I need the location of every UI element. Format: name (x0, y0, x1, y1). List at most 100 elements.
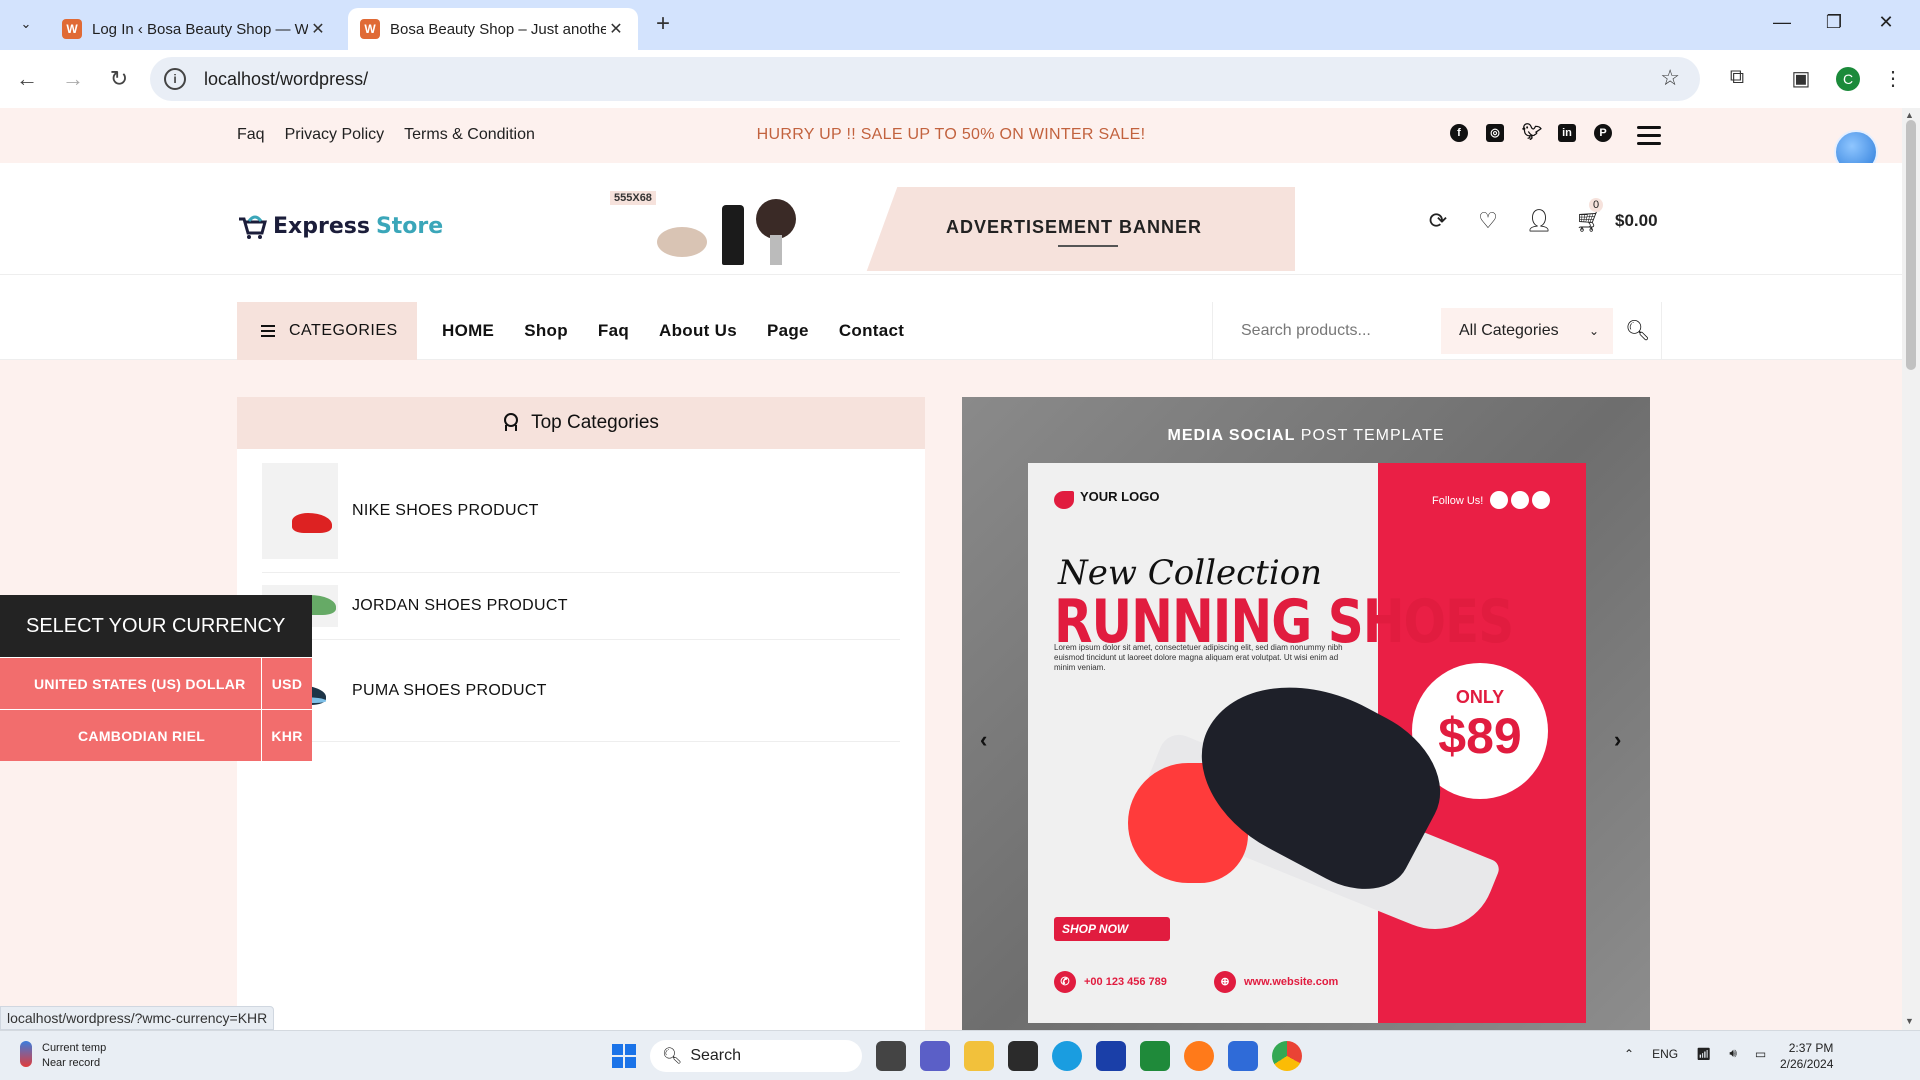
back-arrow-icon[interactable]: ← (12, 64, 42, 94)
menu-item-contact[interactable]: Contact (839, 321, 904, 341)
menu-item-home[interactable]: HOME (442, 321, 494, 341)
browser-toolbar: ← → ↻ i localhost/wordpress/ ☆ ⧉ ▣ ⋮ (0, 50, 1920, 108)
close-window-button[interactable]: ✕ (1866, 12, 1906, 38)
visual-studio-icon[interactable] (1096, 1041, 1126, 1071)
weather-widget[interactable]: Current temp Near record (20, 1041, 106, 1071)
category-label[interactable]: PUMA SHOES PRODUCT (352, 682, 547, 700)
app-cube-icon[interactable] (1008, 1041, 1038, 1071)
menu-kebab-icon[interactable]: ⋮ (1880, 66, 1906, 92)
profile-avatar[interactable]: C (1836, 67, 1860, 91)
slider-prev-arrow-icon[interactable]: ‹ (980, 727, 987, 753)
search-input[interactable] (1213, 302, 1441, 360)
firefox-icon[interactable] (1184, 1041, 1214, 1071)
taskbar-search[interactable]: 🔍︎ Search (650, 1040, 862, 1072)
tab-search-chevron-icon[interactable]: ⌄ (12, 10, 40, 38)
restore-button[interactable]: ❐ (1814, 12, 1854, 38)
new-tab-button[interactable]: + (650, 12, 676, 38)
website-url: www.website.com (1244, 976, 1339, 988)
search-category-select[interactable]: All Categories ⌄ (1441, 308, 1613, 354)
page-scrollbar[interactable]: ▲ ▼ (1902, 108, 1920, 1030)
currency-option-usd[interactable]: UNITED STATES (US) DOLLAR USD (0, 657, 312, 710)
search-icon: 🔍︎ (662, 1048, 683, 1065)
scroll-up-arrow-icon[interactable]: ▲ (1905, 110, 1914, 120)
promo-website: ⊕ www.website.com (1214, 971, 1338, 993)
xbox-icon[interactable] (1140, 1041, 1170, 1071)
site-logo[interactable]: Express Store (237, 213, 443, 239)
windows-start-icon[interactable] (612, 1044, 636, 1068)
hamburger-menu-icon[interactable] (1637, 126, 1661, 150)
site-info-icon[interactable]: i (164, 68, 186, 90)
hero-slider: MEDIA SOCIAL POST TEMPLATE ‹ › YOUR LOGO… (962, 397, 1650, 1030)
shop-now-button[interactable]: SHOP NOW (1054, 917, 1170, 941)
product-search: All Categories ⌄ 🔍︎ (1212, 302, 1662, 360)
forward-arrow-icon[interactable]: → (58, 64, 88, 94)
scroll-down-arrow-icon[interactable]: ▼ (1905, 1016, 1914, 1026)
menu-item-page[interactable]: Page (767, 321, 809, 341)
tray-overflow-chevron-icon[interactable]: ⌃ (1624, 1047, 1634, 1061)
microsoft-store-icon[interactable] (1228, 1041, 1258, 1071)
instagram-icon[interactable]: ◎ (1486, 124, 1504, 142)
wifi-icon[interactable]: 📶︎ (1696, 1047, 1711, 1061)
running-shoes-promo[interactable]: YOUR LOGO Follow Us! New Collection RUNN… (1028, 463, 1586, 1023)
wordpress-favicon-icon: W (360, 19, 380, 39)
top-categories-title: Top Categories (531, 412, 659, 433)
address-bar[interactable]: i localhost/wordpress/ ☆ (150, 57, 1700, 101)
facebook-icon[interactable]: f (1450, 124, 1468, 142)
reload-icon[interactable]: ↻ (104, 64, 134, 94)
menu-item-faq[interactable]: Faq (598, 321, 629, 341)
cart-total[interactable]: $0.00 (1615, 211, 1658, 231)
slider-next-arrow-icon[interactable]: › (1614, 727, 1621, 753)
wishlist-heart-icon[interactable]: ♡ (1475, 208, 1501, 234)
minimize-button[interactable]: — (1762, 12, 1802, 38)
edge-browser-icon[interactable] (1052, 1041, 1082, 1071)
tab-login[interactable]: W Log In ‹ Bosa Beauty Shop — W ✕ (50, 8, 340, 50)
search-icon[interactable]: 🔍︎ (1625, 318, 1650, 343)
logo-word-express: Express (273, 213, 370, 239)
twitter-icon[interactable]: 🐦︎ (1522, 124, 1542, 142)
pinterest-icon[interactable]: P (1594, 124, 1612, 142)
categories-label: CATEGORIES (289, 322, 398, 339)
slider-heading: MEDIA SOCIAL POST TEMPLATE (962, 427, 1650, 445)
close-tab-icon[interactable]: ✕ (606, 19, 626, 39)
brush-handle-image (770, 235, 782, 265)
page-viewport: Faq Privacy Policy Terms & Condition HUR… (0, 108, 1902, 1030)
browser-tab-strip: ⌄ W Log In ‹ Bosa Beauty Shop — W ✕ W Bo… (0, 0, 1920, 50)
slider-heading-rest: POST TEMPLATE (1295, 427, 1445, 444)
menu-item-about-us[interactable]: About Us (659, 321, 737, 341)
banner-underline (1058, 245, 1118, 247)
menu-item-shop[interactable]: Shop (524, 321, 568, 341)
category-item-jordan[interactable]: JORDAN SHOES PRODUCT (262, 573, 900, 640)
account-user-icon[interactable]: 👤︎ (1525, 208, 1553, 234)
advertisement-banner[interactable]: 555X68 ADVERTISEMENT BANNER (602, 187, 1295, 271)
tab-title: Bosa Beauty Shop – Just anothe (390, 20, 606, 38)
category-item-puma[interactable]: PUMA SHOES PRODUCT (262, 640, 900, 742)
categories-button[interactable]: CATEGORIES (237, 302, 417, 360)
cart-count-badge: 0 (1589, 198, 1603, 212)
file-explorer-icon[interactable] (964, 1041, 994, 1071)
category-item-nike[interactable]: NIKE SHOES PRODUCT (262, 449, 900, 573)
side-panel-icon[interactable]: ▣ (1788, 66, 1814, 92)
task-view-icon[interactable] (876, 1041, 906, 1071)
currency-option-khr[interactable]: CAMBODIAN RIEL KHR (0, 709, 312, 762)
compare-refresh-icon[interactable]: ⟳ (1425, 208, 1451, 234)
top-categories-header: Top Categories (237, 397, 925, 449)
language-indicator[interactable]: ENG (1652, 1047, 1678, 1061)
chrome-icon[interactable] (1272, 1041, 1302, 1071)
category-label[interactable]: NIKE SHOES PRODUCT (352, 502, 539, 520)
teams-chat-icon[interactable] (920, 1041, 950, 1071)
cart-icon[interactable]: 🛒︎ 0 (1575, 198, 1603, 234)
url-text[interactable]: localhost/wordpress/ (204, 69, 368, 90)
scrollbar-thumb[interactable] (1906, 120, 1916, 370)
currency-code: KHR (261, 710, 312, 762)
foundation-brush-image (722, 205, 744, 265)
bookmark-star-icon[interactable]: ☆ (1660, 65, 1680, 91)
system-clock[interactable]: 2:37 PM 2/26/2024 (1780, 1040, 1833, 1072)
tab-bosa-beauty-shop[interactable]: W Bosa Beauty Shop – Just anothe ✕ (348, 8, 638, 50)
sale-announcement: HURRY UP !! SALE UP TO 50% ON WINTER SAL… (756, 126, 1146, 143)
extensions-icon[interactable]: ⧉ (1724, 66, 1750, 92)
close-tab-icon[interactable]: ✕ (308, 19, 328, 39)
volume-icon[interactable]: 🔊︎ (1729, 1046, 1737, 1061)
linkedin-icon[interactable]: in (1558, 124, 1576, 142)
battery-icon[interactable]: ▭ (1755, 1047, 1766, 1061)
category-label[interactable]: JORDAN SHOES PRODUCT (352, 597, 568, 615)
